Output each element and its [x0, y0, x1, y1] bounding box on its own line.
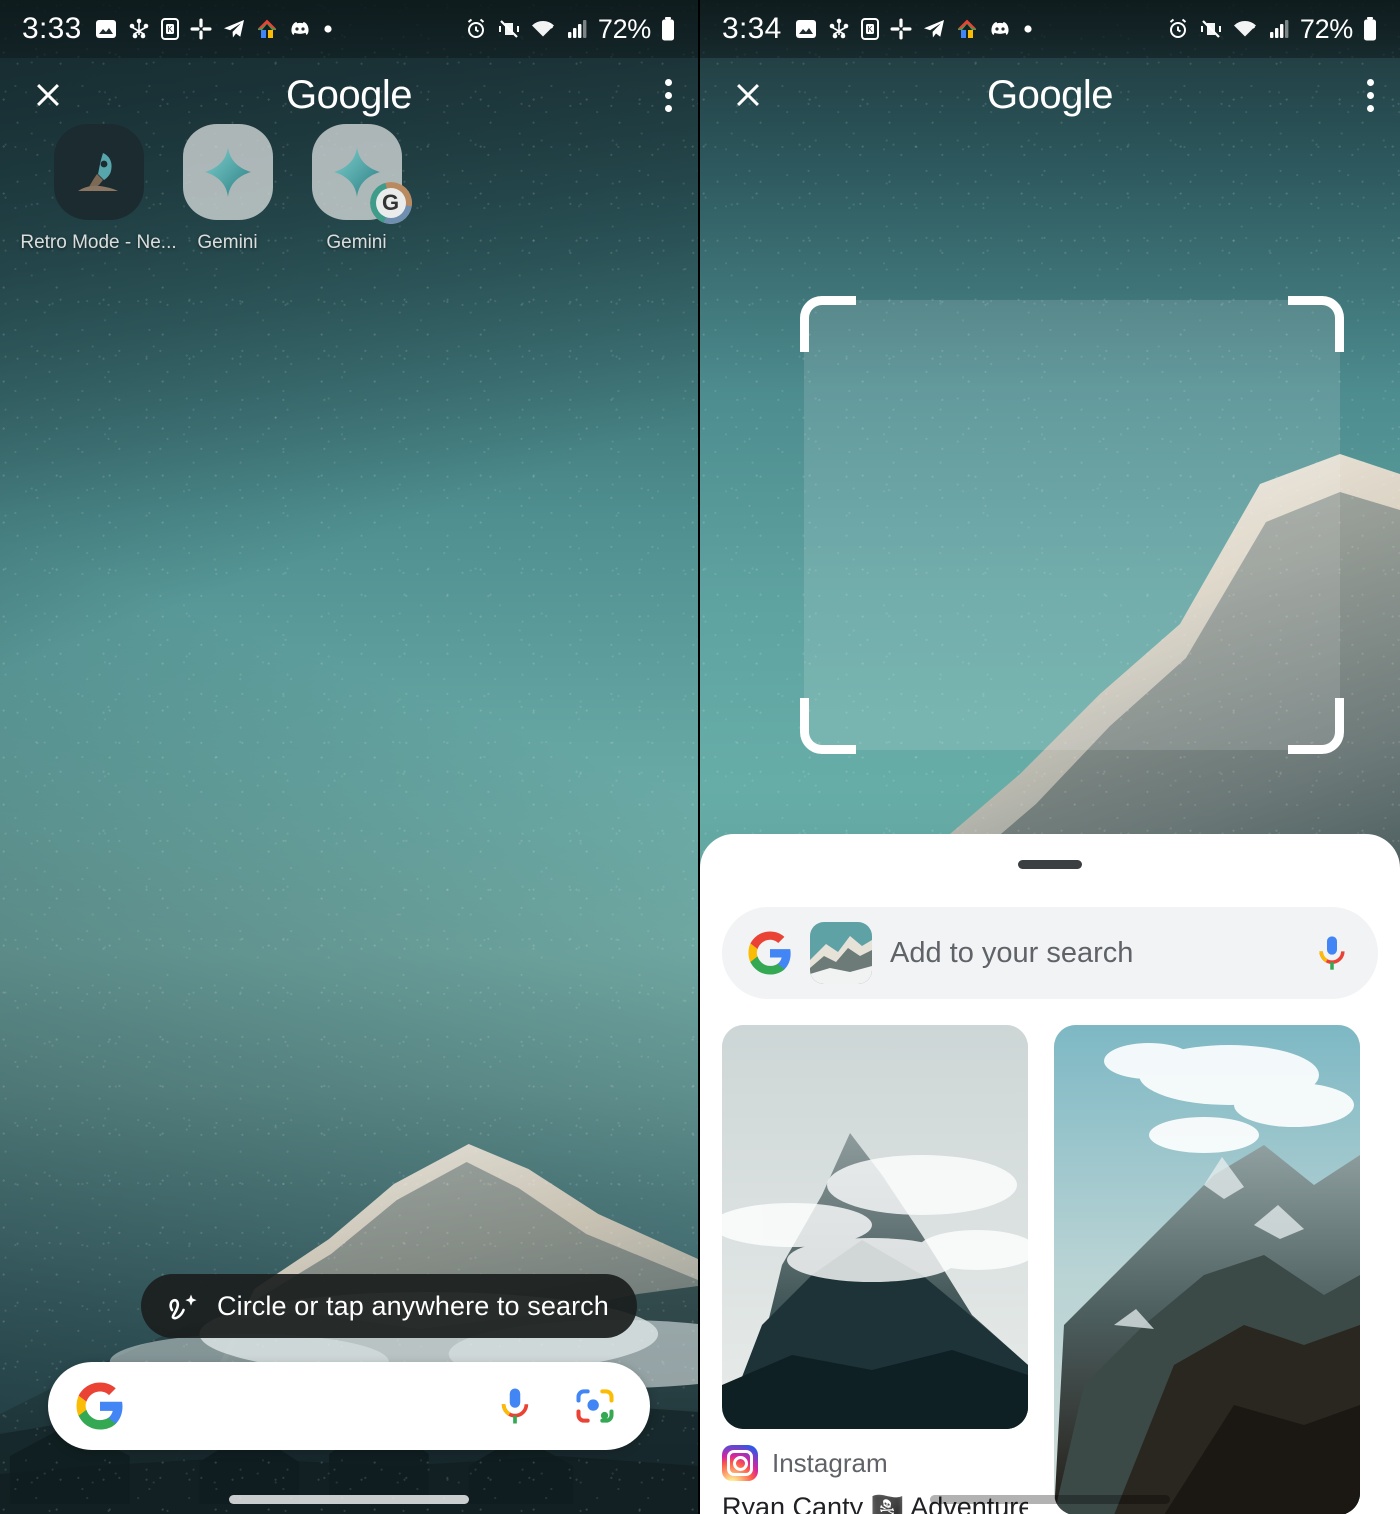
- tooltip-text: Circle or tap anywhere to search: [217, 1290, 609, 1321]
- crop-handle-bottom-left[interactable]: [800, 698, 856, 754]
- google-lens-icon[interactable]: [568, 1379, 622, 1433]
- svg-text:K: K: [867, 25, 873, 34]
- result-card[interactable]: [1054, 1025, 1360, 1514]
- app-label: Gemini: [197, 232, 258, 253]
- dual-screenshot-stage: 3:33 K 72% Google Retro Mode - Ne... Gem…: [0, 0, 1400, 1514]
- app-bar: Google: [0, 58, 698, 132]
- app-bar: Google: [700, 58, 1400, 132]
- crop-handle-top-right[interactable]: [1288, 296, 1344, 352]
- vibrate-icon: [1199, 17, 1223, 41]
- photos-icon: [94, 17, 118, 41]
- drag-handle[interactable]: [1018, 860, 1082, 869]
- status-battery-text: 72%: [597, 13, 651, 44]
- slack-icon: [889, 17, 913, 41]
- google-home-icon: [255, 17, 279, 41]
- dot-icon: [1021, 22, 1035, 36]
- crop-handle-top-left[interactable]: [800, 296, 856, 352]
- add-to-search-input[interactable]: Add to your search: [890, 937, 1294, 970]
- app-label: Retro Mode - Ne...: [20, 232, 177, 253]
- gemini-sparkle-icon: [182, 124, 273, 220]
- google-home-icon: [955, 17, 979, 41]
- google-search-bar[interactable]: [48, 1362, 650, 1450]
- alarm-icon: [464, 17, 488, 41]
- rocket-icon: [53, 124, 144, 220]
- left-screenshot-panel: 3:33 K 72% Google Retro Mode - Ne... Gem…: [0, 0, 700, 1514]
- microphone-icon[interactable]: [488, 1379, 542, 1433]
- vibrate-icon: [497, 17, 521, 41]
- alarm-icon: [1166, 17, 1190, 41]
- wifi-icon: [530, 17, 556, 41]
- status-right-icons: 72%: [1166, 14, 1378, 45]
- google-g-badge: G: [369, 182, 412, 224]
- add-to-search-bar[interactable]: Add to your search: [722, 907, 1378, 999]
- right-screenshot-panel: 3:34 K 72% Google Add to your search Ins…: [700, 0, 1400, 1514]
- scribble-sparkle-icon: [165, 1289, 201, 1323]
- gesture-nav-bar[interactable]: [700, 1495, 1400, 1504]
- photos-icon: [794, 17, 818, 41]
- cropped-image-thumbnail: [810, 922, 872, 984]
- selection-crop-frame[interactable]: [800, 296, 1344, 754]
- app-item-gemini[interactable]: Gemini: [163, 124, 292, 254]
- status-left-icons: K: [794, 17, 1035, 41]
- page-title: Google: [286, 72, 412, 117]
- google-g-icon: [748, 931, 792, 975]
- signal-icon: [565, 17, 589, 41]
- signal-icon: [1267, 17, 1291, 41]
- result-source-row: Instagram: [722, 1445, 1028, 1481]
- card-icon: K: [860, 17, 880, 41]
- app-item-retro-mode[interactable]: Retro Mode - Ne...: [20, 124, 177, 254]
- snowflake-icon: [827, 17, 851, 41]
- card-icon: K: [160, 17, 180, 41]
- page-title: Google: [987, 72, 1113, 117]
- result-card[interactable]: Instagram Ryan Canty 🏴‍☠️ Adventure on: [722, 1025, 1028, 1514]
- battery-icon: [660, 16, 676, 42]
- svg-text:K: K: [167, 25, 173, 34]
- status-time: 3:33: [22, 12, 82, 45]
- snowflake-icon: [127, 17, 151, 41]
- visual-results-grid: Instagram Ryan Canty 🏴‍☠️ Adventure on: [700, 999, 1400, 1514]
- result-image[interactable]: [722, 1025, 1028, 1429]
- gemini-sparkle-icon: G: [311, 124, 412, 224]
- microphone-icon[interactable]: [1312, 933, 1352, 973]
- crop-handle-bottom-right[interactable]: [1288, 698, 1344, 754]
- status-left-icons: K: [94, 17, 335, 41]
- instagram-icon: [722, 1445, 758, 1481]
- slack-icon: [189, 17, 213, 41]
- status-battery-text: 72%: [1299, 13, 1353, 44]
- google-g-icon: [76, 1382, 124, 1430]
- status-right-icons: 72%: [464, 14, 676, 45]
- discord-icon: [988, 17, 1012, 41]
- telegram-icon: [222, 17, 246, 41]
- telegram-icon: [922, 17, 946, 41]
- result-source-name: Instagram: [772, 1447, 888, 1478]
- gesture-nav-bar[interactable]: [0, 1495, 698, 1504]
- app-item-gemini-google[interactable]: G Gemini: [292, 124, 421, 254]
- dot-icon: [321, 22, 335, 36]
- wifi-icon: [1232, 17, 1258, 41]
- results-bottom-sheet: Add to your search Instagram Ryan Canty …: [700, 834, 1400, 1514]
- discord-icon: [288, 17, 312, 41]
- status-bar: 3:33 K 72%: [0, 0, 698, 58]
- status-bar: 3:34 K 72%: [700, 0, 1400, 58]
- circle-to-search-tooltip: Circle or tap anywhere to search: [141, 1274, 637, 1338]
- recent-apps-row: Retro Mode - Ne... Gemini G Gemini: [0, 124, 698, 254]
- result-image[interactable]: [1054, 1025, 1360, 1514]
- battery-icon: [1362, 16, 1378, 42]
- status-time: 3:34: [722, 12, 782, 45]
- app-label: Gemini: [326, 232, 387, 253]
